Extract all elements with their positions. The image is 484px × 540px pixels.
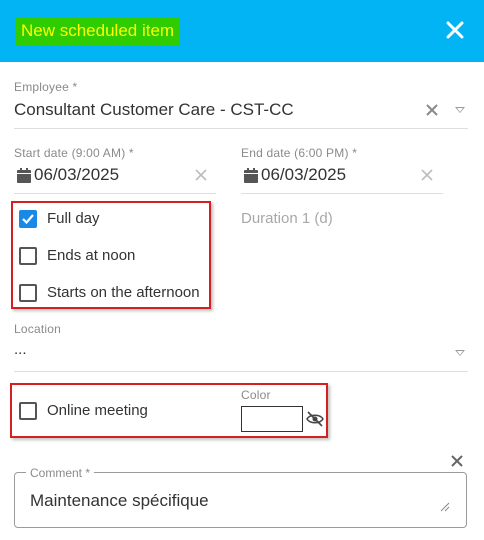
starts-afternoon-label: Starts on the afternoon [47, 284, 200, 301]
employee-dropdown-icon[interactable] [455, 107, 465, 113]
end-date-input[interactable]: 06/03/2025 [261, 165, 346, 185]
location-label: Location [14, 322, 61, 336]
resize-handle-icon[interactable] [440, 502, 450, 512]
online-meeting-checkbox[interactable] [19, 402, 37, 420]
dialog-title: New scheduled item [16, 17, 180, 45]
full-day-checkbox[interactable] [19, 210, 37, 228]
location-underline [14, 371, 468, 372]
employee-underline [14, 128, 468, 129]
start-date-input[interactable]: 06/03/2025 [34, 165, 119, 185]
color-input[interactable] [241, 406, 303, 432]
employee-select[interactable]: Consultant Customer Care - CST-CC [14, 100, 294, 120]
end-date-label: End date (6:00 PM) * [241, 146, 358, 160]
comment-text[interactable]: Maintenance spécifique [30, 491, 209, 511]
start-date-underline [14, 193, 216, 194]
comment-label: Comment * [26, 466, 95, 480]
end-date-underline [241, 193, 443, 194]
clear-comment-icon[interactable] [451, 455, 463, 467]
location-select[interactable]: ... [14, 341, 27, 358]
ends-at-noon-label: Ends at noon [47, 247, 136, 264]
start-date-label: Start date (9:00 AM) * [14, 146, 134, 160]
full-day-label: Full day [47, 210, 100, 227]
clear-employee-icon[interactable] [425, 103, 439, 117]
employee-label: Employee * [14, 80, 78, 94]
clear-end-date-icon[interactable] [421, 169, 433, 181]
calendar-icon[interactable] [244, 168, 258, 183]
checkmark-icon [22, 214, 34, 225]
location-dropdown-icon[interactable] [455, 350, 465, 356]
color-label: Color [241, 388, 271, 402]
ends-at-noon-checkbox[interactable] [19, 247, 37, 265]
duration-text: Duration 1 (d) [241, 210, 333, 227]
calendar-icon[interactable] [17, 168, 31, 183]
eye-slash-icon[interactable] [305, 409, 325, 429]
clear-start-date-icon[interactable] [195, 169, 207, 181]
online-meeting-label: Online meeting [47, 402, 148, 419]
close-icon[interactable] [443, 18, 467, 42]
starts-afternoon-checkbox[interactable] [19, 284, 37, 302]
